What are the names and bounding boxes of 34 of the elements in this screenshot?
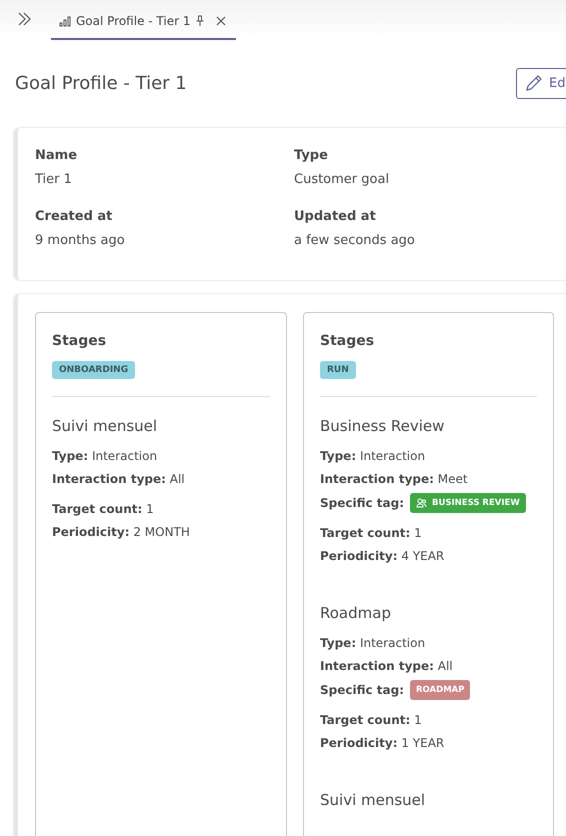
goal-title: Business Review [320, 417, 446, 435]
field-text: Interaction type: All [320, 658, 454, 675]
field-value: 9 months ago [35, 233, 126, 248]
field-text: Interaction type: Meet [320, 471, 469, 488]
field-text: Type: Interaction [320, 448, 426, 465]
field-text: Interaction type: All [52, 471, 186, 488]
goal-title: Suivi mensuel [52, 417, 158, 435]
field-text: Type: Interaction [320, 635, 426, 652]
field-label: Specific tag: [320, 496, 404, 510]
stage-heading: Stages [52, 333, 108, 349]
field-value: Tier 1 [35, 172, 73, 187]
page-title: Goal Profile - Tier 1 [15, 72, 187, 94]
field-text: Target count: 1 [52, 501, 155, 518]
field-label: Name [35, 148, 78, 163]
field-label: Specific tag: [320, 683, 404, 697]
stage-badge: ONBOARDING [52, 361, 136, 379]
tag-badge: ROADMAP [410, 680, 470, 700]
field-text: Type: Interaction [52, 448, 158, 465]
field-label: Updated at [294, 209, 377, 224]
field-text: Periodicity: 1 YEAR [320, 735, 446, 752]
field-text: Periodicity: 2 MONTH [52, 524, 191, 541]
stage-heading: Stages [320, 333, 376, 349]
field-value: Customer goal [294, 172, 390, 187]
goal-title: Roadmap [320, 604, 392, 622]
goal-title: Suivi mensuel [320, 791, 426, 809]
field-label: Type [294, 148, 329, 163]
tag-badge: BUSINESS REVIEW [410, 493, 526, 513]
stage-badge: RUN [320, 361, 356, 379]
field-text: Target count: 1 [320, 712, 423, 729]
field-text: Target count: 1 [320, 525, 423, 542]
edit-button[interactable]: Ed [516, 68, 566, 98]
field-label: Created at [35, 209, 114, 224]
field-text: Periodicity: 4 YEAR [320, 548, 446, 565]
field-value: a few seconds ago [294, 233, 416, 248]
